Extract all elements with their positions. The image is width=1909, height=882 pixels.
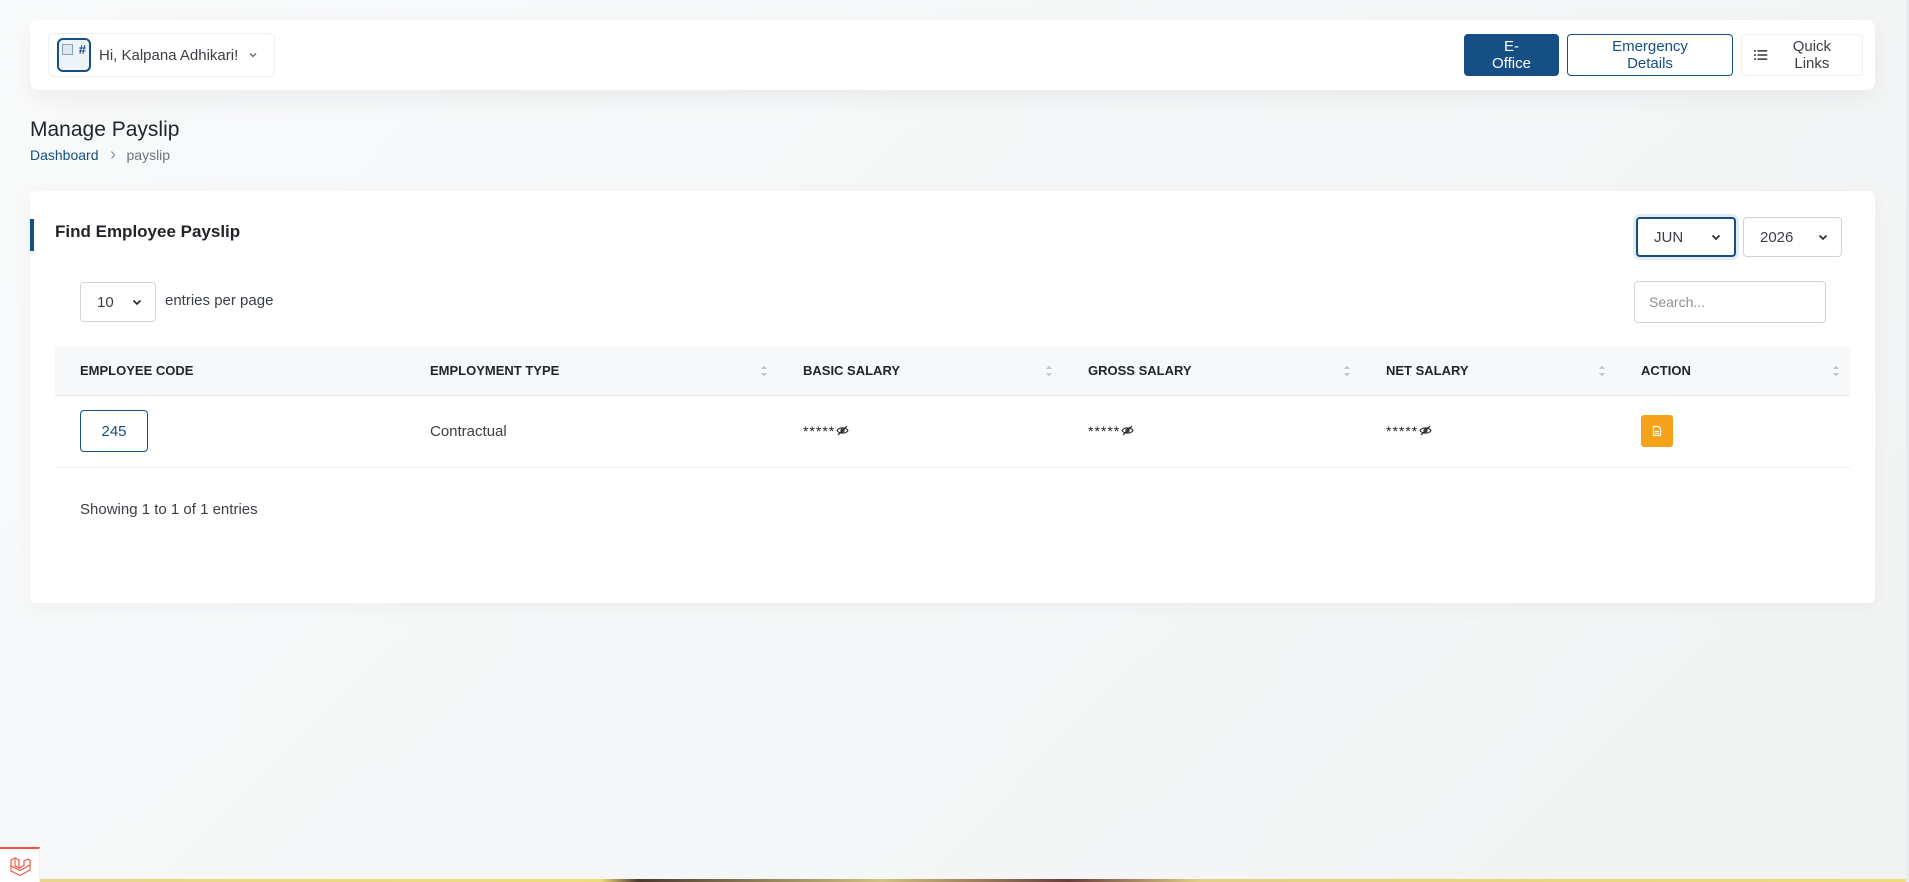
chevron-down-icon [1818,234,1828,241]
table-row: 245 Contractual ***** ***** ***** [55,395,1850,468]
broken-image-icon [62,44,73,55]
entries-per-page-value: 10 [97,293,114,311]
column-header-label: NET SALARY [1386,363,1469,379]
column-header-employee-code[interactable]: EMPLOYEE CODE [55,347,405,396]
cell-employee-code: 245 [55,395,405,468]
cell-net-salary: ***** [1361,395,1616,468]
document-icon [1652,425,1662,437]
top-navbar: # Hi, Kalpana Adhikari! E-Office Emergen… [30,20,1875,90]
laravel-icon [9,856,31,876]
breadcrumb-dashboard-link[interactable]: Dashboard [30,147,99,163]
table-header-row: EMPLOYEE CODE EMPLOYMENT TYPE BASIC SALA… [55,347,1850,396]
card-title: Find Employee Payslip [55,222,241,241]
cell-gross-salary: ***** [1063,395,1361,468]
sort-icon [1344,365,1350,377]
column-header-label: ACTION [1641,363,1691,379]
month-select[interactable]: JUN [1636,217,1736,257]
page-title: Manage Payslip [30,118,180,141]
breadcrumb: Dashboard payslip [30,147,170,163]
avatar-fallback-text: # [78,42,86,57]
gross-salary-value: ***** [1088,423,1134,439]
column-header-label: BASIC SALARY [803,363,901,379]
chevron-right-icon [109,150,117,160]
column-header-net-salary[interactable]: NET SALARY [1361,347,1616,396]
user-greeting: Hi, Kalpana Adhikari! [99,46,239,64]
masked-value: ***** [1088,422,1121,439]
eye-slash-icon[interactable] [1419,425,1432,436]
eye-slash-icon[interactable] [1121,425,1134,436]
user-menu[interactable]: # Hi, Kalpana Adhikari! [48,33,276,77]
chevron-down-icon [132,299,142,306]
net-salary-value: ***** [1386,423,1432,439]
employee-code-button[interactable]: 245 [80,410,148,452]
chevron-down-icon [1711,234,1721,241]
eoffice-button[interactable]: E-Office [1464,34,1559,76]
sort-icon [1833,365,1839,377]
quick-links-button[interactable]: Quick Links [1741,34,1863,76]
emergency-details-button[interactable]: Emergency Details [1567,34,1733,76]
entries-per-page-select[interactable]: 10 [80,282,156,322]
search-input[interactable] [1634,281,1826,323]
eye-slash-icon[interactable] [836,425,849,436]
column-header-label: EMPLOYEE CODE [80,363,194,379]
year-select[interactable]: 2026 [1743,217,1842,257]
quick-links-label: Quick Links [1792,38,1832,72]
user-avatar: # [57,38,91,72]
year-select-value: 2026 [1760,228,1794,246]
column-header-basic-salary[interactable]: BASIC SALARY [778,347,1063,396]
debugbar-toggle[interactable] [0,847,40,882]
column-header-label: GROSS SALARY [1088,363,1192,379]
entries-per-page-label: entries per page [165,292,274,309]
cell-basic-salary: ***** [778,395,1063,468]
card-title-accent [30,219,34,251]
payslip-card: Find Employee Payslip JUN 2026 10 entrie… [30,191,1875,603]
masked-value: ***** [803,422,836,439]
column-header-employment-type[interactable]: EMPLOYMENT TYPE [405,347,778,396]
basic-salary-value: ***** [803,423,849,439]
column-header-gross-salary[interactable]: GROSS SALARY [1063,347,1361,396]
cell-employment-type: Contractual [405,395,778,468]
sort-icon [761,365,767,377]
sort-icon [1599,365,1605,377]
payslip-table: EMPLOYEE CODE EMPLOYMENT TYPE BASIC SALA… [55,347,1850,468]
chevron-down-icon [249,53,257,58]
column-header-action[interactable]: ACTION [1616,347,1850,396]
list-icon [1754,50,1768,60]
table-info: Showing 1 to 1 of 1 entries [80,501,258,518]
masked-value: ***** [1386,422,1419,439]
top-actions: E-Office Emergency Details Quick Links [1464,34,1863,76]
sort-icon [1046,365,1052,377]
month-select-value: JUN [1654,228,1684,246]
cell-action [1616,395,1850,468]
breadcrumb-current: payslip [126,147,171,163]
column-header-label: EMPLOYMENT TYPE [430,363,560,379]
view-payslip-button[interactable] [1641,415,1673,447]
